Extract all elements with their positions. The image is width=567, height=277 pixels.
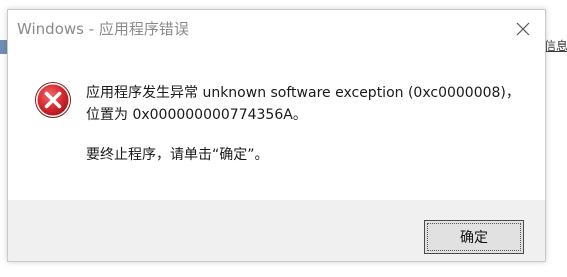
dialog-title: Windows - 应用程序错误 — [17, 20, 189, 38]
desktop: 信息 Windows - 应用程序错误 应用程序发生异常 unknown sof… — [0, 0, 567, 277]
error-message-line-1: 应用程序发生异常 unknown software exception (0xc… — [86, 85, 520, 101]
error-dialog: Windows - 应用程序错误 应用程序发生异常 unknown softwa… — [7, 9, 546, 262]
error-message-line-2: 位置为 0x000000000774356A。 — [86, 107, 307, 123]
close-icon — [516, 22, 530, 36]
error-icon — [35, 82, 71, 118]
dialog-titlebar[interactable]: Windows - 应用程序错误 — [8, 10, 545, 48]
background-link-fragment[interactable]: 信息 — [544, 38, 567, 54]
ok-button-label: 确定 — [460, 230, 488, 246]
instruction-message: 要终止程序，请单击“确定”。 — [86, 147, 269, 163]
ok-button[interactable]: 确定 — [424, 220, 524, 254]
dialog-content: 应用程序发生异常 unknown software exception (0xc… — [8, 48, 545, 200]
close-button[interactable] — [501, 10, 545, 48]
dialog-footer: 确定 — [8, 200, 545, 261]
